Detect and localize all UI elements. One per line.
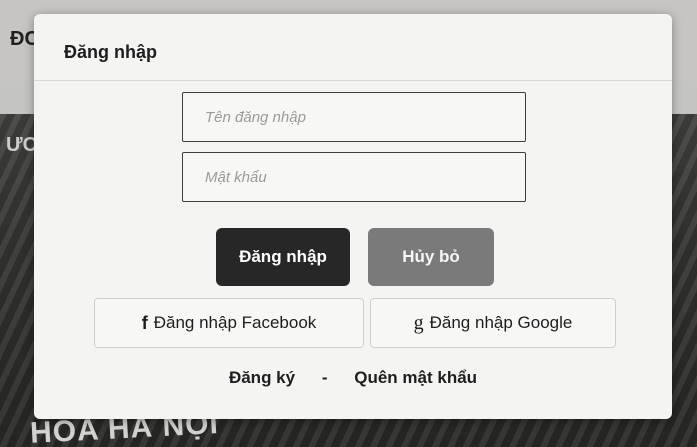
forgot-password-link[interactable]: Quên mật khẩu bbox=[354, 368, 477, 387]
modal-title: Đăng nhập bbox=[64, 42, 157, 62]
google-login-label: Đăng nhập Google bbox=[429, 313, 573, 332]
google-icon: g bbox=[413, 311, 424, 334]
modal-header: Đăng nhập bbox=[34, 14, 672, 81]
cancel-button[interactable]: Hủy bỏ bbox=[368, 228, 494, 286]
login-button[interactable]: Đăng nhập bbox=[216, 228, 350, 286]
link-separator: - bbox=[321, 368, 328, 387]
account-links: Đăng ký - Quên mật khẩu bbox=[34, 368, 672, 394]
password-input[interactable] bbox=[182, 152, 526, 202]
register-link[interactable]: Đăng ký bbox=[229, 368, 295, 387]
facebook-icon: f bbox=[141, 312, 148, 333]
facebook-login-button[interactable]: f Đăng nhập Facebook bbox=[94, 298, 364, 348]
username-input[interactable] bbox=[182, 92, 526, 142]
google-login-button[interactable]: g Đăng nhập Google bbox=[370, 298, 616, 348]
facebook-login-label: Đăng nhập Facebook bbox=[153, 313, 317, 332]
login-modal: Đăng nhập Đăng nhập Hủy bỏ f Đăng nhập F… bbox=[34, 14, 672, 419]
